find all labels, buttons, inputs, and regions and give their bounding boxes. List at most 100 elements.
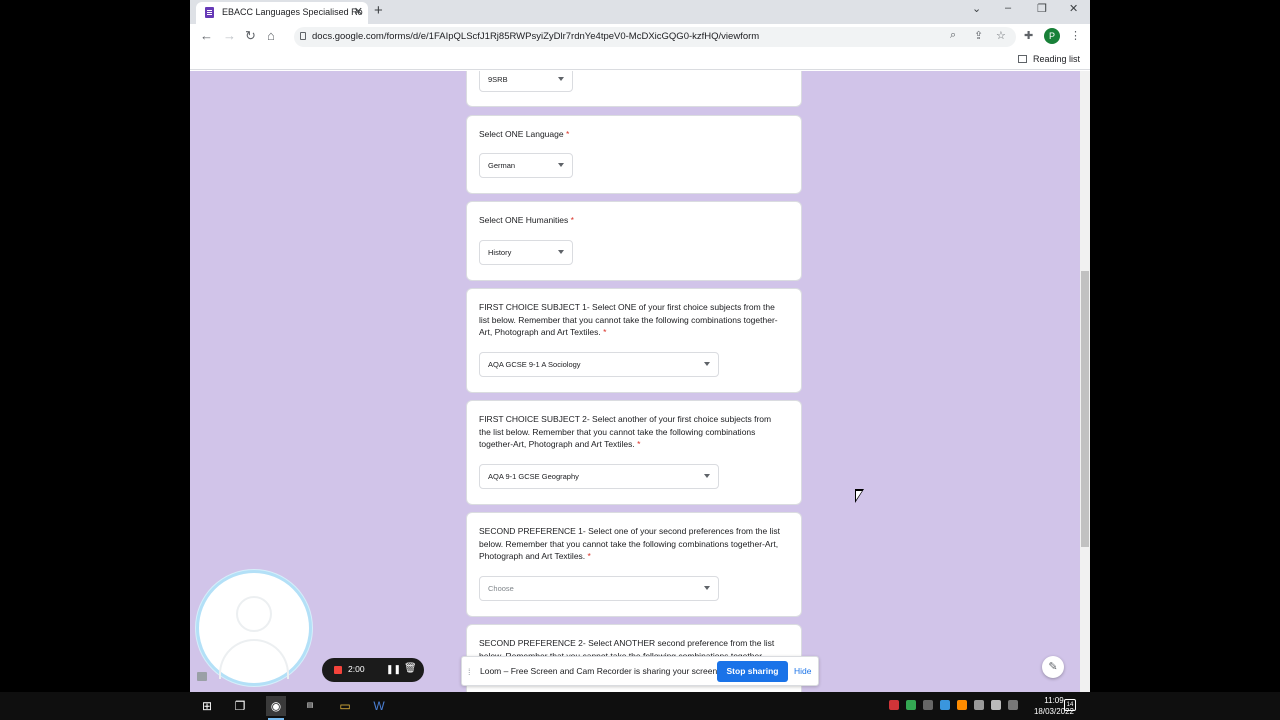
- trash-icon[interactable]: 🗑: [404, 663, 417, 674]
- feedback-icon[interactable]: [197, 672, 207, 681]
- bookmarks-bar: Reading list: [190, 50, 1090, 70]
- dropdown-arrow-icon: [558, 77, 564, 81]
- profile-avatar[interactable]: P: [1044, 28, 1060, 44]
- tray-app-icon[interactable]: [889, 700, 899, 710]
- home-icon[interactable]: ⌂: [267, 28, 275, 43]
- recording-timer: 2:00: [348, 664, 365, 674]
- tutor-group-value: 9SRB: [488, 75, 508, 84]
- share-icon[interactable]: ⇪: [974, 29, 983, 42]
- tab-ebacc-form[interactable]: EBACC Languages Specialised Ro ✕: [196, 2, 368, 24]
- required-asterisk: *: [565, 129, 570, 139]
- form-card-second-pref-1: SECOND PREFERENCE 1- Select one of your …: [466, 512, 802, 617]
- question-first-choice-1: FIRST CHOICE SUBJECT 1- Select ONE of yo…: [479, 301, 784, 339]
- screen-share-notification: ⁞ Loom – Free Screen and Cam Recorder is…: [461, 656, 819, 686]
- restore-icon[interactable]: ❐: [1037, 2, 1047, 15]
- windows-start-icon[interactable]: ⊞: [197, 696, 217, 716]
- first-choice-1-dropdown[interactable]: AQA GCSE 9-1 A Sociology: [479, 352, 719, 377]
- second-pref-1-dropdown[interactable]: Choose: [479, 576, 719, 601]
- edit-pencil-icon[interactable]: ✎: [1042, 656, 1064, 678]
- zoom-icon[interactable]: ⌕: [950, 29, 956, 42]
- drag-handle-icon[interactable]: ⁞: [468, 667, 471, 677]
- windows-taskbar: ⊞ ❐ ◉ ▤ ▭ W 11:09 18/03/2022 14: [0, 692, 1280, 720]
- minimize-icon[interactable]: –: [1005, 2, 1011, 14]
- loom-camera-bubble[interactable]: [196, 570, 312, 686]
- question-second-pref-1: SECOND PREFERENCE 1- Select one of your …: [479, 525, 784, 563]
- address-bar[interactable]: docs.google.com/forms/d/e/1FAIpQLScfJ1Rj…: [294, 27, 1016, 47]
- required-asterisk: *: [570, 215, 574, 225]
- share-message: Loom – Free Screen and Cam Recorder is s…: [480, 666, 720, 676]
- humanities-dropdown[interactable]: History: [479, 240, 573, 265]
- tray-keyboard-icon[interactable]: [1008, 700, 1018, 710]
- close-window-icon[interactable]: ✕: [1069, 2, 1078, 15]
- pause-icon[interactable]: ❚❚: [386, 664, 401, 675]
- question-humanities-text: Select ONE Humanities: [479, 215, 569, 225]
- question-first-choice-2: FIRST CHOICE SUBJECT 2- Select another o…: [479, 413, 784, 451]
- form-card-language: Select ONE Language * German: [466, 115, 802, 194]
- question-second-pref-1-text: SECOND PREFERENCE 1- Select one of your …: [479, 526, 780, 561]
- question-first-choice-1-text: FIRST CHOICE SUBJECT 1- Select ONE of yo…: [479, 302, 778, 337]
- hide-button[interactable]: Hide: [794, 666, 811, 676]
- url-text: docs.google.com/forms/d/e/1FAIpQLScfJ1Rj…: [312, 31, 760, 42]
- back-icon[interactable]: ←: [200, 28, 213, 43]
- tray-chrome-icon[interactable]: [906, 700, 916, 710]
- lock-icon: [300, 32, 306, 40]
- form-page: 9SRB Select ONE Language * German Select…: [190, 71, 1080, 692]
- language-dropdown[interactable]: German: [479, 153, 573, 178]
- tab-strip: EBACC Languages Specialised Ro ✕ + ⌄ – ❐…: [190, 0, 1090, 24]
- tab-title: EBACC Languages Specialised Ro: [222, 7, 363, 17]
- tray-network-icon[interactable]: [974, 700, 984, 710]
- word-taskbar-icon[interactable]: W: [369, 696, 389, 716]
- dropdown-arrow-icon: [704, 362, 710, 366]
- reading-list-label: Reading list: [1032, 54, 1080, 64]
- reload-icon[interactable]: ↻: [245, 28, 256, 44]
- sims-taskbar-icon[interactable]: ▤: [300, 696, 320, 716]
- chrome-taskbar-icon[interactable]: ◉: [266, 696, 286, 720]
- dropdown-arrow-icon: [704, 586, 710, 590]
- browser-window: EBACC Languages Specialised Ro ✕ + ⌄ – ❐…: [190, 0, 1090, 692]
- page-scrollbar[interactable]: [1080, 71, 1090, 692]
- form-card-tutor: 9SRB: [466, 71, 802, 107]
- tray-mic-icon[interactable]: [923, 700, 933, 710]
- required-asterisk: *: [637, 439, 641, 449]
- dropdown-arrow-icon: [558, 163, 564, 167]
- required-asterisk: *: [587, 551, 591, 561]
- question-first-choice-2-text: FIRST CHOICE SUBJECT 2- Select another o…: [479, 414, 772, 449]
- tray-app2-icon[interactable]: [940, 700, 950, 710]
- first-choice-2-dropdown[interactable]: AQA 9-1 GCSE Geography: [479, 464, 719, 489]
- reading-list-button[interactable]: Reading list: [1017, 54, 1080, 64]
- dropdown-arrow-icon: [704, 474, 710, 478]
- extensions-icon[interactable]: ✚: [1024, 29, 1033, 42]
- first-choice-1-value: AQA GCSE 9-1 A Sociology: [488, 360, 581, 369]
- close-tab-icon[interactable]: ✕: [354, 2, 363, 22]
- notification-center-icon[interactable]: 14: [1064, 699, 1076, 711]
- required-asterisk: *: [603, 327, 607, 337]
- form-card-humanities: Select ONE Humanities * History: [466, 201, 802, 281]
- forward-icon[interactable]: →: [223, 28, 236, 43]
- file-explorer-icon[interactable]: ▭: [335, 696, 355, 716]
- language-value: German: [488, 161, 516, 170]
- humanities-value: History: [488, 248, 512, 257]
- avatar-placeholder-icon: [236, 596, 272, 632]
- tray-volume-icon[interactable]: [991, 700, 1001, 710]
- mouse-cursor-icon: [855, 489, 864, 503]
- tab-search-icon[interactable]: ⌄: [972, 2, 981, 15]
- new-tab-icon[interactable]: +: [374, 2, 383, 19]
- task-view-icon[interactable]: ❐: [230, 696, 250, 716]
- stop-recording-icon[interactable]: [334, 666, 342, 674]
- second-pref-1-placeholder: Choose: [488, 584, 514, 593]
- question-language-text: Select ONE Language: [479, 129, 564, 139]
- reading-list-icon: [1017, 55, 1027, 63]
- google-forms-icon: [205, 7, 214, 18]
- tutor-group-dropdown[interactable]: 9SRB: [479, 71, 573, 92]
- dropdown-arrow-icon: [558, 250, 564, 254]
- first-choice-2-value: AQA 9-1 GCSE Geography: [488, 472, 579, 481]
- question-language: Select ONE Language *: [479, 128, 784, 141]
- stop-sharing-button[interactable]: Stop sharing: [717, 661, 788, 682]
- form-card-first-choice-2: FIRST CHOICE SUBJECT 2- Select another o…: [466, 400, 802, 505]
- loom-recording-controls: 2:00 ❚❚ 🗑: [322, 658, 424, 682]
- bookmark-star-icon[interactable]: ☆: [996, 29, 1006, 42]
- tray-app3-icon[interactable]: [957, 700, 967, 710]
- scrollbar-thumb[interactable]: [1081, 271, 1089, 547]
- form-card-first-choice-1: FIRST CHOICE SUBJECT 1- Select ONE of yo…: [466, 288, 802, 393]
- menu-icon[interactable]: ⋮: [1070, 29, 1081, 42]
